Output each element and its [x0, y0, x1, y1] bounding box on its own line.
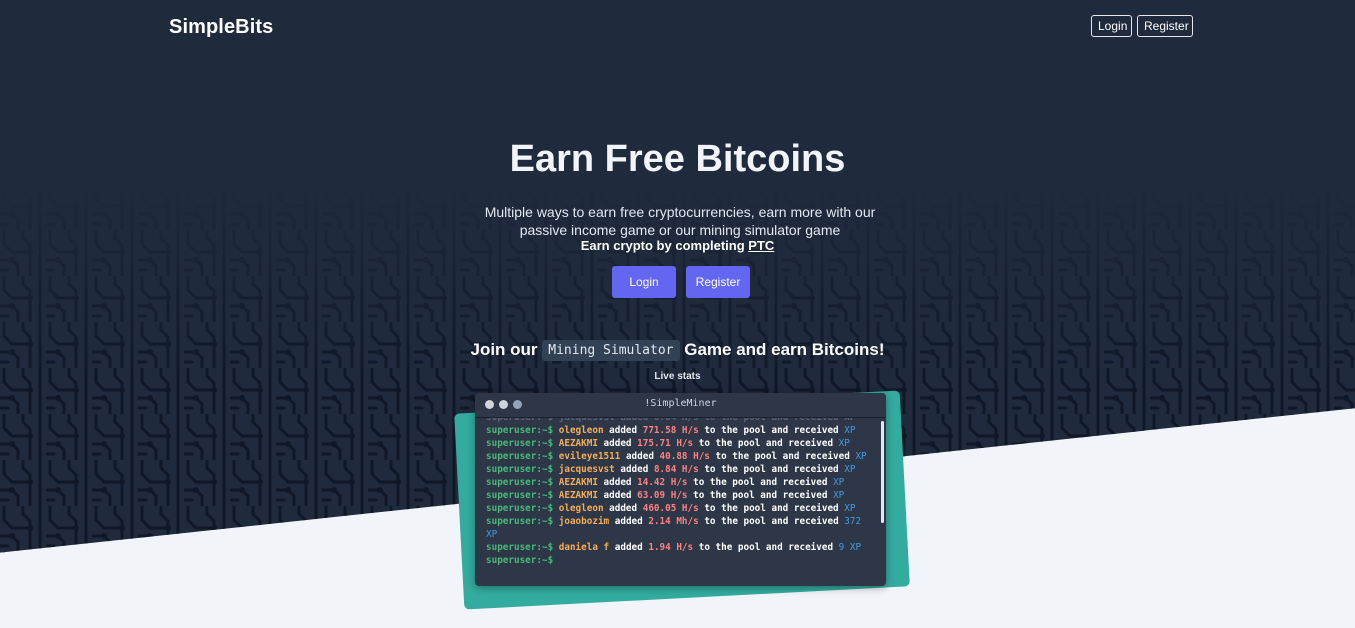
miner-name: joaobozim: [558, 516, 615, 527]
hash-rate: 8.84 H/s: [653, 464, 705, 475]
terminal-prompt: superuser:~$: [486, 477, 559, 488]
hash-rate: 63.09 H/s: [637, 490, 694, 501]
miner-name: olegleon: [558, 425, 610, 436]
terminal-line: superuser:~$ AEZAKMI added 175.71 H/s to…: [486, 437, 880, 450]
added-text: added: [625, 451, 660, 462]
xp-reward: 9 XP: [838, 542, 862, 553]
terminal-prompt: superuser:~$: [486, 490, 559, 501]
pool-text: to the pool and received: [693, 477, 834, 488]
hash-rate: 1.94 H/s: [648, 542, 699, 553]
hero-title: Earn Free Bitcoins: [509, 138, 846, 180]
ptc-link[interactable]: PTC: [748, 238, 774, 253]
terminal-line: superuser:~$ jacquesvst added 8.84 H/s t…: [486, 463, 880, 476]
terminal-window: superuser:~$ jacquesvst added 8.84 H/s t…: [475, 393, 886, 586]
terminal-prompt: superuser:~$: [486, 516, 559, 527]
added-text: added: [614, 516, 649, 527]
live-stats-label: Live stats: [654, 371, 701, 382]
hash-rate: 14.42 H/s: [637, 477, 694, 488]
join-heading: Join our Mining Simulator Game and earn …: [0, 340, 1355, 361]
terminal-prompt: superuser:~$: [486, 464, 559, 475]
pool-text: to the pool and received: [693, 490, 834, 501]
hash-rate: 2.14 Mh/s: [648, 516, 705, 527]
xp-reward: XP: [844, 425, 856, 436]
added-text: added: [609, 425, 643, 436]
terminal-log[interactable]: superuser:~$ jacquesvst added 8.84 H/s t…: [486, 411, 880, 586]
pool-text: to the pool and received: [715, 451, 856, 462]
hero-register-button[interactable]: Register: [686, 266, 750, 298]
miner-name: AEZAKMI: [558, 438, 604, 449]
hero-login-button[interactable]: Login: [612, 266, 676, 298]
xp-reward: XP: [844, 503, 856, 514]
added-text: added: [603, 438, 638, 449]
xp-reward: XP: [833, 490, 845, 501]
added-text: added: [603, 490, 638, 501]
nav-register-button[interactable]: Register: [1137, 15, 1193, 37]
added-text: added: [614, 542, 649, 553]
terminal-prompt: superuser:~$: [486, 542, 559, 553]
xp-reward: XP: [838, 438, 850, 449]
terminal-title: !SimpleMiner: [644, 398, 717, 409]
terminal-line: superuser:~$ olegleon added 771.58 H/s t…: [486, 424, 880, 437]
miner-name: olegleon: [558, 503, 610, 514]
added-text: added: [603, 477, 638, 488]
terminal-prompt: superuser:~$: [486, 555, 554, 566]
miner-name: evileye1511: [558, 451, 626, 462]
added-text: added: [609, 503, 643, 514]
xp-reward: XP: [486, 529, 498, 540]
added-text: added: [620, 464, 654, 475]
terminal-line-wrap: XP: [486, 528, 880, 541]
terminal-line: superuser:~$ olegleon added 460.05 H/s t…: [486, 502, 880, 515]
pool-text: to the pool and received: [698, 438, 839, 449]
hero-subtitle: Multiple ways to earn free cryptocurrenc…: [484, 204, 876, 238]
xp-reward: 372: [844, 516, 862, 527]
terminal-prompt: superuser:~$: [486, 503, 559, 514]
hash-rate: 40.88 H/s: [659, 451, 716, 462]
terminal-prompt: superuser:~$: [486, 425, 559, 436]
terminal-line: superuser:~$ AEZAKMI added 14.42 H/s to …: [486, 476, 880, 489]
nav-login-button[interactable]: Login: [1091, 15, 1132, 37]
join-prefix: Join our: [470, 340, 543, 359]
terminal-prompt: superuser:~$: [486, 451, 559, 462]
pool-text: to the pool and received: [704, 503, 845, 514]
terminal-prompt: superuser:~$: [486, 438, 559, 449]
terminal-scrollbar[interactable]: [881, 421, 884, 523]
terminal-line: superuser:~$ joaobozim added 2.14 Mh/s t…: [486, 515, 880, 528]
terminal-line: superuser:~$ AEZAKMI added 63.09 H/s to …: [486, 489, 880, 502]
miner-name: AEZAKMI: [558, 477, 604, 488]
hash-rate: 460.05 H/s: [642, 503, 705, 514]
terminal-line: superuser:~$ daniela f added 1.94 H/s to…: [486, 541, 880, 554]
miner-name: jacquesvst: [558, 464, 621, 475]
miner-name: daniela f: [558, 542, 615, 553]
xp-reward: XP: [855, 451, 867, 462]
join-suffix: Game and earn Bitcoins!: [679, 340, 885, 359]
hash-rate: 175.71 H/s: [637, 438, 699, 449]
miner-name: AEZAKMI: [558, 490, 604, 501]
terminal-titlebar: !SimpleMiner: [475, 393, 886, 418]
xp-reward: XP: [844, 464, 856, 475]
xp-reward: XP: [833, 477, 845, 488]
ptc-line: Earn crypto by completing PTC: [0, 238, 1355, 253]
hash-rate: 771.58 H/s: [642, 425, 705, 436]
terminal-line: superuser:~$ evileye1511 added 40.88 H/s…: [486, 450, 880, 463]
pool-text: to the pool and received: [704, 516, 845, 527]
terminal-current-prompt: superuser:~$: [486, 554, 880, 567]
pool-text: to the pool and received: [704, 464, 845, 475]
pool-text: to the pool and received: [698, 542, 839, 553]
ptc-prefix: Earn crypto by completing: [580, 238, 749, 253]
brand-logo[interactable]: SimpleBits: [169, 16, 273, 39]
mining-simulator-code: Mining Simulator: [542, 340, 680, 361]
pool-text: to the pool and received: [704, 425, 845, 436]
